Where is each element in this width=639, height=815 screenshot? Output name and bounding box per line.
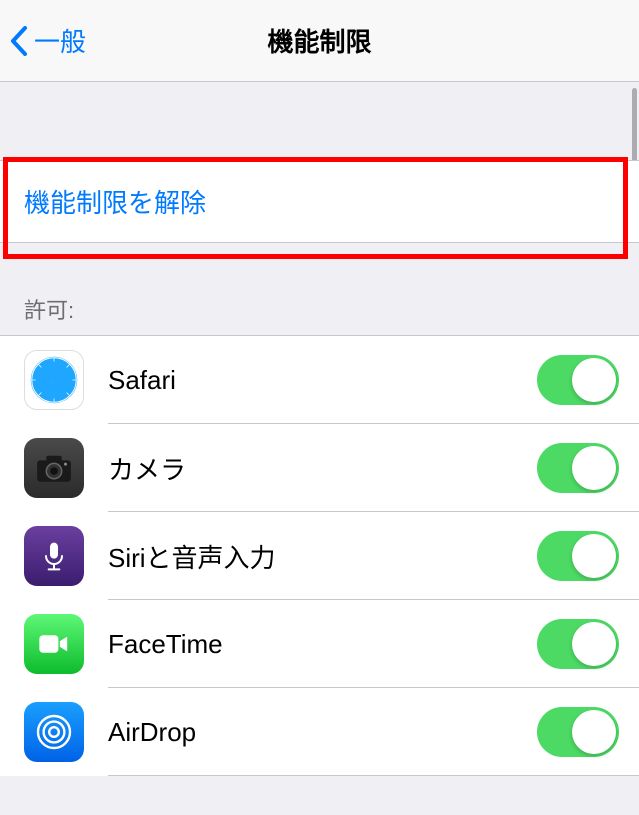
toggle-knob [572, 446, 616, 490]
row-label: Siriと音声入力 [108, 538, 537, 575]
list-item-camera: カメラ [0, 424, 639, 512]
navigation-bar: 一般 機能制限 [0, 0, 639, 82]
spacer [0, 82, 639, 160]
facetime-icon [24, 614, 84, 674]
toggle-knob [572, 710, 616, 754]
toggle-facetime[interactable] [537, 619, 619, 669]
toggle-knob [572, 358, 616, 402]
back-label: 一般 [34, 22, 86, 59]
toggle-airdrop[interactable] [537, 707, 619, 757]
allow-list: Safari カメラ Siriと音声入力 [0, 335, 639, 776]
toggle-safari[interactable] [537, 355, 619, 405]
row-label: Safari [108, 365, 537, 396]
row-label: AirDrop [108, 717, 537, 748]
row-label: カメラ [108, 450, 537, 487]
disable-restrictions-label: 機能制限を解除 [24, 188, 206, 218]
toggle-siri[interactable] [537, 531, 619, 581]
airdrop-icon [24, 702, 84, 762]
page-title: 機能制限 [267, 22, 371, 59]
list-item-safari: Safari [0, 336, 639, 424]
toggle-knob [572, 622, 616, 666]
microphone-icon [24, 526, 84, 586]
safari-icon [24, 350, 84, 410]
list-item-facetime: FaceTime [0, 600, 639, 688]
chevron-left-icon [10, 26, 28, 56]
disable-restrictions-button[interactable]: 機能制限を解除 [0, 160, 639, 243]
toggle-knob [572, 534, 616, 578]
back-button[interactable]: 一般 [0, 22, 86, 59]
allow-section-header: 許可: [0, 243, 639, 335]
camera-icon [24, 438, 84, 498]
scrollbar[interactable] [632, 88, 637, 168]
toggle-camera[interactable] [537, 443, 619, 493]
row-label: FaceTime [108, 629, 537, 660]
list-item-airdrop: AirDrop [0, 688, 639, 776]
list-item-siri: Siriと音声入力 [0, 512, 639, 600]
